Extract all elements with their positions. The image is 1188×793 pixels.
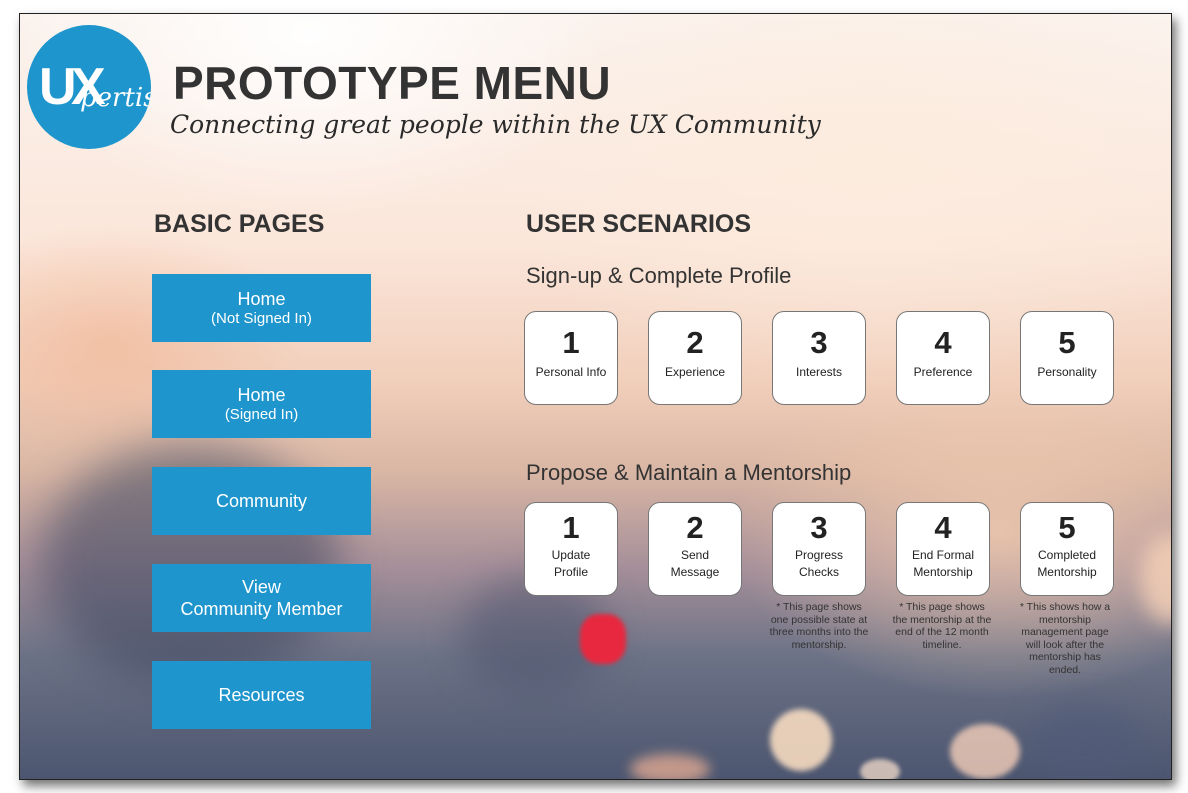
signup-step-personal-info[interactable]: 1 Personal Info <box>524 311 618 405</box>
step-label: Progress <box>794 548 844 562</box>
button-label: Community <box>215 491 308 511</box>
background-bokeh <box>1030 704 1140 779</box>
step-label: Completed <box>1037 548 1097 562</box>
home-signed-in-button[interactable]: Home (Signed In) <box>152 370 371 438</box>
step-label: End Formal <box>911 548 975 562</box>
button-label: View <box>242 577 281 597</box>
background-bokeh <box>580 614 626 664</box>
step-number: 1 <box>562 325 580 360</box>
uxpertise-logo: U X pertise <box>27 25 151 149</box>
step-label: Update <box>551 548 591 562</box>
background-bokeh <box>630 754 710 779</box>
step-label: Send <box>680 548 710 562</box>
button-label: Home <box>237 289 286 309</box>
signup-step-experience[interactable]: 2 Experience <box>648 311 742 405</box>
mentorship-scenario-heading: Propose & Maintain a Mentorship <box>526 460 852 485</box>
home-not-signed-in-button[interactable]: Home (Not Signed In) <box>152 274 371 342</box>
step-label: Personal Info <box>535 365 607 379</box>
background-bokeh <box>770 709 832 771</box>
signup-scenario-heading: Sign-up & Complete Profile <box>526 263 792 288</box>
basic-pages-heading: BASIC PAGES <box>154 210 325 238</box>
step-number: 1 <box>562 510 580 545</box>
step-label-line2: Checks <box>798 565 839 579</box>
step-number: 2 <box>686 325 704 360</box>
background-bokeh <box>1140 534 1171 624</box>
mentorship-step-send-message[interactable]: 2 Send Message <box>648 502 742 596</box>
step-label: Preference <box>913 365 973 379</box>
signup-step-preference[interactable]: 4 Preference <box>896 311 990 405</box>
step-label-line2: Profile <box>553 565 588 579</box>
end-formal-mentorship-note: * This page shows the mentorship at the … <box>892 601 992 651</box>
background-bokeh <box>860 759 900 779</box>
mentorship-step-end-formal-mentorship[interactable]: 4 End Formal Mentorship <box>896 502 990 596</box>
user-scenarios-heading: USER SCENARIOS <box>526 210 752 238</box>
step-number: 5 <box>1058 510 1076 545</box>
community-button[interactable]: Community <box>152 467 371 535</box>
page-tagline: Connecting great people within the UX Co… <box>170 110 821 139</box>
logo-wordmark: pertise <box>80 83 151 113</box>
mentorship-step-progress-checks[interactable]: 3 Progress Checks <box>772 502 866 596</box>
step-number: 5 <box>1058 325 1076 360</box>
button-sublabel: (Signed In) <box>224 406 299 423</box>
signup-step-personality[interactable]: 5 Personality <box>1020 311 1114 405</box>
step-label-line2: Message <box>670 565 720 579</box>
step-number: 3 <box>810 510 828 545</box>
step-number: 4 <box>934 510 952 545</box>
step-number: 3 <box>810 325 828 360</box>
step-number: 4 <box>934 325 952 360</box>
button-sublabel: (Not Signed In) <box>211 310 312 327</box>
step-number: 2 <box>686 510 704 545</box>
step-label-line2: Mentorship <box>913 565 973 579</box>
completed-mentorship-note: * This shows how a mentorship management… <box>1019 601 1111 676</box>
progress-checks-note: * This page shows one possible state at … <box>769 601 869 651</box>
view-community-member-button[interactable]: View Community Member <box>152 564 371 632</box>
button-label: Home <box>237 385 286 405</box>
signup-step-interests[interactable]: 3 Interests <box>772 311 866 405</box>
step-label: Experience <box>664 365 726 379</box>
step-label: Interests <box>795 365 843 379</box>
background-bokeh <box>950 724 1020 779</box>
page-title: PROTOTYPE MENU <box>173 57 612 109</box>
button-label-line2: Community Member <box>180 599 343 619</box>
mentorship-step-completed-mentorship[interactable]: 5 Completed Mentorship <box>1020 502 1114 596</box>
mentorship-step-update-profile[interactable]: 1 Update Profile <box>524 502 618 596</box>
step-label-line2: Mentorship <box>1037 565 1097 579</box>
button-label: Resources <box>218 685 305 705</box>
resources-button[interactable]: Resources <box>152 661 371 729</box>
step-label: Personality <box>1037 365 1097 379</box>
